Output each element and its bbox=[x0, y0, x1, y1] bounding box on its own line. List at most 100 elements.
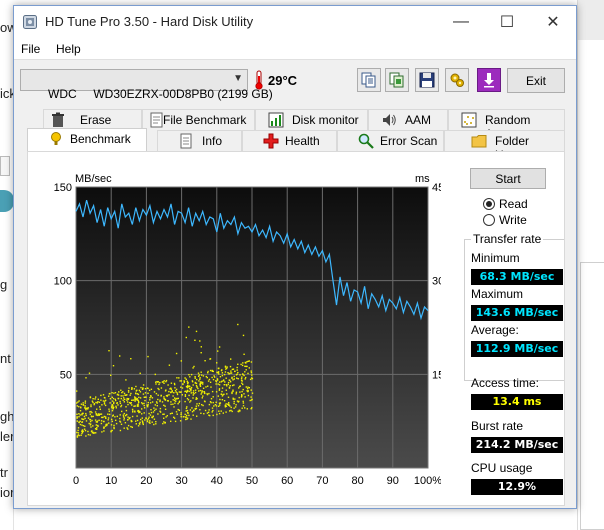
access-time-point bbox=[203, 391, 206, 393]
access-time-point bbox=[226, 393, 228, 395]
access-time-point bbox=[202, 404, 204, 407]
minimize-button[interactable]: — bbox=[438, 6, 484, 38]
access-time-point bbox=[137, 409, 140, 412]
access-time-point bbox=[76, 405, 79, 407]
drive-select[interactable]: WDC WD30EZRX-00D8PB0 (2199 GB) ▼ bbox=[20, 69, 273, 101]
average-value: 112.9 MB/sec bbox=[471, 341, 563, 357]
tab-file-benchmark[interactable]: File Benchmark bbox=[142, 109, 255, 130]
access-time-point bbox=[148, 416, 150, 418]
exit-button[interactable]: Exit bbox=[507, 68, 565, 93]
access-time-point bbox=[77, 429, 79, 432]
background-control bbox=[0, 156, 10, 176]
access-time-point bbox=[207, 385, 209, 387]
access-time-point bbox=[185, 418, 187, 421]
maximum-label: Maximum bbox=[471, 287, 524, 301]
access-time-point bbox=[247, 386, 249, 388]
access-time-point bbox=[91, 400, 94, 402]
access-time-point bbox=[166, 415, 168, 417]
save-button[interactable] bbox=[415, 68, 439, 92]
access-time-point bbox=[153, 423, 155, 426]
tab-random-access[interactable]: Random Access bbox=[448, 109, 565, 141]
access-time-point bbox=[76, 390, 78, 392]
copy-text-button[interactable] bbox=[357, 68, 381, 92]
access-time-point bbox=[223, 400, 226, 402]
tab-benchmark[interactable]: Benchmark bbox=[27, 128, 147, 151]
y-left-tick-label: 150 bbox=[54, 182, 72, 194]
close-button[interactable]: ✕ bbox=[530, 6, 576, 38]
tab-error-scan[interactable]: Error Scan bbox=[337, 130, 444, 151]
download-button[interactable] bbox=[477, 68, 501, 92]
access-time-point bbox=[246, 390, 248, 392]
access-time-point bbox=[171, 390, 173, 392]
access-time-point bbox=[131, 426, 133, 428]
access-time-point bbox=[78, 413, 80, 415]
tab-folder-usage[interactable]: Folder Usage bbox=[444, 130, 565, 162]
tab-erase[interactable]: Erase bbox=[43, 109, 142, 130]
tab-info[interactable]: Info bbox=[157, 130, 242, 151]
access-time-point bbox=[162, 422, 164, 425]
menu-help[interactable]: Help bbox=[56, 42, 81, 56]
access-time-point bbox=[79, 420, 81, 422]
app-icon bbox=[23, 15, 37, 29]
access-time-point bbox=[131, 388, 133, 390]
access-time-point bbox=[233, 402, 235, 405]
access-time-point bbox=[188, 414, 190, 417]
access-time-point bbox=[113, 402, 115, 405]
access-time-point bbox=[176, 393, 179, 396]
access-time-point bbox=[161, 401, 164, 403]
access-time-point bbox=[100, 394, 102, 397]
access-time-point bbox=[246, 388, 249, 390]
tab-disk-monitor[interactable]: Disk monitor bbox=[255, 109, 368, 130]
title-bar[interactable]: HD Tune Pro 3.50 - Hard Disk Utility — ☐… bbox=[14, 6, 576, 38]
access-time-point bbox=[119, 402, 122, 404]
random-access-icon bbox=[461, 112, 477, 128]
access-time-point bbox=[137, 399, 139, 401]
access-time-point bbox=[190, 418, 192, 420]
access-time-point bbox=[119, 400, 121, 403]
access-time-point bbox=[244, 378, 246, 380]
access-time-point bbox=[194, 376, 196, 378]
access-time-point bbox=[79, 414, 81, 416]
access-time-point bbox=[98, 419, 100, 421]
start-button[interactable]: Start bbox=[470, 168, 546, 189]
access-time-point bbox=[155, 392, 158, 395]
background-globe-icon bbox=[0, 190, 14, 212]
access-time-point bbox=[112, 405, 114, 407]
access-time-label: Access time: bbox=[471, 376, 540, 390]
cpu-usage-label: CPU usage bbox=[471, 461, 533, 475]
access-time-point bbox=[228, 403, 230, 406]
tab-aam[interactable]: AAM bbox=[368, 109, 448, 130]
access-time-point bbox=[180, 416, 182, 418]
access-time-point bbox=[189, 376, 191, 378]
access-time-point bbox=[144, 399, 146, 402]
access-time-point bbox=[120, 405, 122, 408]
access-time-point bbox=[129, 394, 131, 396]
access-time-point bbox=[163, 397, 165, 400]
maximize-button[interactable]: ☐ bbox=[484, 6, 530, 38]
access-time-point bbox=[170, 420, 172, 422]
access-time-point bbox=[148, 412, 150, 415]
access-time-point bbox=[239, 391, 241, 393]
access-time-point bbox=[240, 379, 243, 382]
access-time-point bbox=[169, 413, 172, 415]
access-time-point bbox=[218, 405, 220, 407]
access-time-point bbox=[78, 416, 80, 418]
access-time-point bbox=[92, 431, 94, 433]
access-time-point bbox=[95, 396, 97, 398]
access-time-point bbox=[238, 396, 240, 399]
menu-file[interactable]: File bbox=[21, 42, 40, 56]
access-time-point bbox=[169, 388, 171, 390]
access-time-point bbox=[101, 404, 103, 406]
copy-screenshot-button[interactable] bbox=[385, 68, 409, 92]
access-time-point bbox=[188, 385, 190, 387]
access-time-point bbox=[236, 377, 238, 379]
access-time-point bbox=[212, 409, 214, 412]
access-time-point bbox=[109, 402, 111, 404]
tab-health[interactable]: Health bbox=[242, 130, 337, 151]
access-time-point bbox=[76, 416, 78, 418]
access-time-point bbox=[158, 383, 160, 386]
options-button[interactable] bbox=[445, 68, 469, 92]
access-time-point bbox=[232, 390, 234, 393]
access-time-point bbox=[219, 398, 221, 401]
access-time-point bbox=[175, 411, 178, 413]
